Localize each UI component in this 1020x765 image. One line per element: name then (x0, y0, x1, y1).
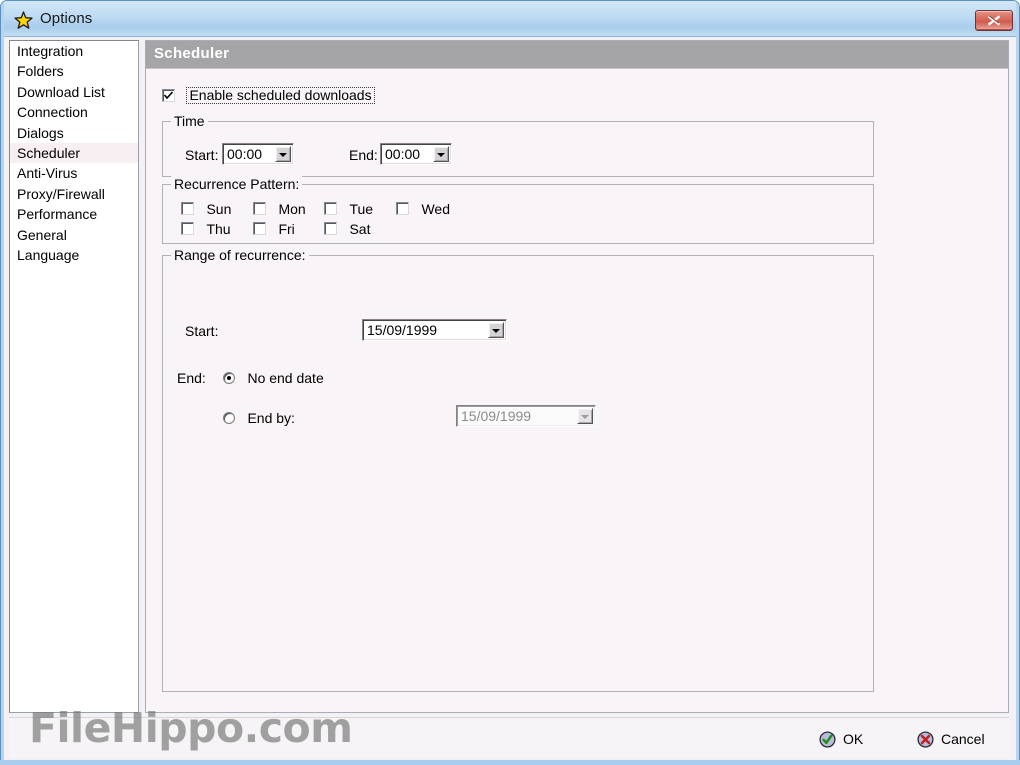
day-label: Mon (278, 200, 306, 217)
wed-checkbox[interactable] (396, 202, 409, 216)
enable-scheduled-downloads-row[interactable]: Enable scheduled downloads (162, 87, 375, 105)
range-of-recurrence-title: Range of recurrence: (171, 247, 309, 263)
options-dialog-window: Options Integration Folders Download Lis… (0, 0, 1020, 765)
day-checkbox-tue[interactable]: Tue (324, 200, 373, 218)
category-list[interactable]: Integration Folders Download List Connec… (9, 40, 139, 713)
sidebar-item-label: Folders (17, 63, 64, 80)
enable-scheduled-downloads-label: Enable scheduled downloads (186, 87, 375, 105)
sidebar-item-scheduler[interactable]: Scheduler (10, 142, 138, 164)
time-group: Time Start: 00:00 End: 00:00 (162, 113, 874, 177)
day-label: Sat (349, 220, 371, 237)
sidebar-item-label: Language (17, 246, 80, 263)
panel-title: Scheduler (154, 45, 230, 62)
sidebar-item-language[interactable]: Language (10, 245, 138, 265)
end-time-value: 00:00 (385, 146, 421, 162)
day-label: Sun (206, 200, 232, 217)
enable-scheduled-downloads-checkbox[interactable] (162, 89, 175, 103)
no-end-date-row[interactable]: No end date (223, 369, 324, 387)
sun-checkbox[interactable] (181, 202, 194, 216)
sidebar-item-label: Download List (17, 83, 105, 100)
end-by-date-combobox[interactable]: 15/09/1999 (456, 405, 596, 427)
start-time-label: Start: (185, 147, 219, 163)
cancel-button-label: Cancel (941, 731, 985, 747)
end-by-label: End by: (247, 409, 295, 426)
chevron-down-icon[interactable] (488, 322, 504, 338)
sidebar-item-general[interactable]: General (10, 225, 138, 245)
x-circle-icon (917, 731, 934, 748)
tue-checkbox[interactable] (324, 202, 337, 216)
sidebar-item-label: General (17, 226, 67, 243)
start-time-value: 00:00 (227, 146, 263, 162)
day-label: Wed (421, 200, 450, 217)
sidebar-item-folders[interactable]: Folders (10, 61, 138, 81)
day-checkbox-fri[interactable]: Fri (253, 220, 295, 238)
chevron-down-icon[interactable] (433, 146, 449, 162)
close-button[interactable] (975, 10, 1013, 31)
range-start-date-value: 15/09/1999 (367, 322, 438, 338)
sidebar-item-anti-virus[interactable]: Anti-Virus (10, 163, 138, 183)
title-bar: Options (1, 1, 1019, 37)
end-by-date-value: 15/09/1999 (461, 408, 532, 424)
sidebar-item-label: Integration (17, 43, 84, 59)
checkmark-icon (163, 91, 174, 100)
scheduler-settings-panel: Scheduler Enable scheduled downloads Tim… (145, 40, 1009, 713)
day-checkbox-sat[interactable]: Sat (324, 220, 370, 238)
day-label: Fri (278, 220, 295, 237)
sidebar-item-integration[interactable]: Integration (10, 41, 138, 61)
star-icon (14, 11, 33, 30)
sat-checkbox[interactable] (324, 222, 337, 236)
end-time-combobox[interactable]: 00:00 (380, 143, 452, 165)
fri-checkbox[interactable] (253, 222, 266, 236)
thu-checkbox[interactable] (181, 222, 194, 236)
sidebar-item-label: Scheduler (17, 144, 81, 161)
chevron-down-icon[interactable] (577, 408, 593, 424)
close-icon (987, 15, 1001, 26)
sidebar-item-performance[interactable]: Performance (10, 204, 138, 224)
mon-checkbox[interactable] (253, 202, 266, 216)
start-time-combobox[interactable]: 00:00 (222, 143, 294, 165)
ok-button-label: OK (843, 731, 864, 747)
sidebar-item-label: Connection (17, 104, 88, 121)
day-checkbox-mon[interactable]: Mon (253, 200, 306, 218)
range-start-date-combobox[interactable]: 15/09/1999 (362, 319, 507, 341)
dialog-footer: OK Cancel (9, 718, 1009, 758)
time-group-title: Time (171, 113, 208, 129)
range-start-label: Start: (185, 323, 219, 339)
no-end-date-label: No end date (247, 369, 324, 386)
range-end-label: End: (177, 370, 206, 386)
sidebar-item-label: Proxy/Firewall (17, 185, 105, 202)
sidebar-item-dialogs[interactable]: Dialogs (10, 123, 138, 143)
window-title: Options (40, 10, 93, 27)
sidebar-item-label: Dialogs (17, 124, 64, 141)
sidebar-item-proxy-firewall[interactable]: Proxy/Firewall (10, 184, 138, 204)
window-bottom-edge (0, 760, 1020, 765)
day-checkbox-thu[interactable]: Thu (181, 220, 231, 238)
sidebar-item-label: Anti-Virus (17, 165, 78, 182)
day-checkbox-wed[interactable]: Wed (396, 200, 450, 218)
no-end-date-radio[interactable] (223, 371, 235, 384)
panel-header: Scheduler (146, 41, 1008, 69)
chevron-down-icon[interactable] (275, 146, 291, 162)
end-by-row[interactable]: End by: (223, 409, 295, 427)
check-circle-icon (819, 731, 836, 748)
day-checkbox-sun[interactable]: Sun (181, 200, 231, 218)
recurrence-pattern-title: Recurrence Pattern: (171, 176, 303, 192)
sidebar-item-label: Performance (17, 206, 98, 223)
end-by-radio[interactable] (223, 411, 235, 424)
day-label: Thu (206, 220, 231, 237)
sidebar-item-connection[interactable]: Connection (10, 102, 138, 122)
day-label: Tue (349, 200, 374, 217)
end-time-label: End: (349, 147, 378, 163)
sidebar-item-download-list[interactable]: Download List (10, 82, 138, 102)
range-of-recurrence-group: Range of recurrence: Start: 15/09/1999 E… (162, 247, 874, 692)
recurrence-pattern-group: Recurrence Pattern: Sun Mon Tue Wed Thu (162, 176, 874, 244)
